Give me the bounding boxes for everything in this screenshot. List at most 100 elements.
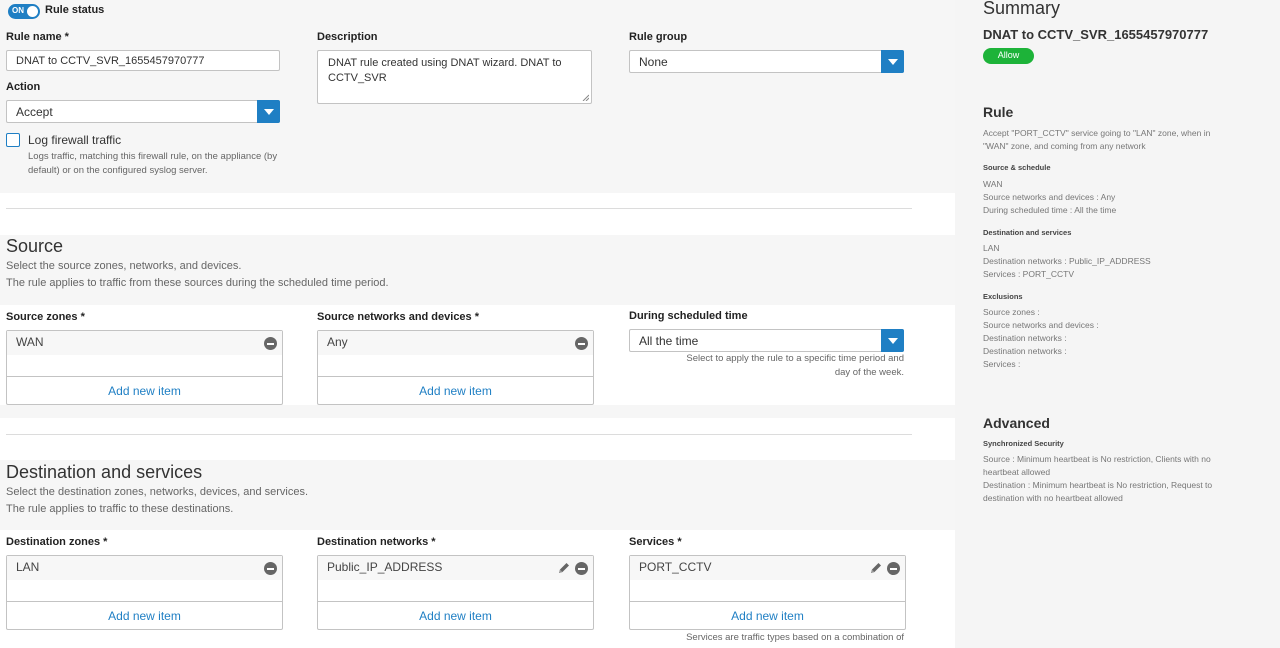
- description-textarea[interactable]: DNAT rule created using DNAT wizard. DNA…: [317, 50, 592, 104]
- add-source-network-button[interactable]: Add new item: [318, 376, 593, 404]
- pencil-icon[interactable]: [557, 561, 571, 575]
- schedule-help: Select to apply the rule to a specific t…: [629, 352, 904, 380]
- summary-sync-line: destination with no heartbeat allowed: [983, 493, 1123, 503]
- rule-group-label: Rule group: [629, 31, 688, 43]
- remove-minus-icon[interactable]: [887, 562, 900, 575]
- summary-source-line: Source networks and devices : Any: [983, 192, 1116, 202]
- rule-status-label: Rule status: [45, 4, 105, 16]
- destination-section-title: Destination and services: [6, 462, 203, 482]
- firewall-rule-page: ON Rule status Rule name * DNAT to CCTV_…: [0, 0, 1280, 648]
- source-zones-list: WAN Add new item: [6, 330, 283, 405]
- rule-group-value: None: [639, 55, 668, 69]
- summary-destination-heading: Destination and services: [983, 228, 1072, 237]
- destination-zones-label: Destination zones *: [6, 536, 108, 548]
- summary-source-lines: WAN Source networks and devices : Any Du…: [983, 178, 1253, 217]
- destination-desc-line2: The rule applies to traffic to these des…: [6, 503, 234, 515]
- action-label: Action: [6, 81, 41, 93]
- source-network-any: Any: [327, 335, 348, 349]
- rule-editor: ON Rule status Rule name * DNAT to CCTV_…: [0, 0, 955, 648]
- summary-destination-line: Services : PORT_CCTV: [983, 269, 1075, 279]
- source-networks-list: Any Add new item: [317, 330, 594, 405]
- log-traffic-help: Logs traffic, matching this firewall rul…: [28, 150, 277, 178]
- add-destination-network-button[interactable]: Add new item: [318, 601, 593, 629]
- toggle-on-text: ON: [12, 6, 24, 15]
- section-divider: [6, 434, 912, 435]
- summary-exclusions-heading: Exclusions: [983, 292, 1023, 301]
- source-section-title: Source: [6, 236, 64, 256]
- summary-exclusion-line: Services :: [983, 359, 1021, 369]
- destination-networks-list: Public_IP_ADDRESS Add new item: [317, 555, 594, 630]
- source-desc-line2: The rule applies to traffic from these s…: [6, 277, 389, 289]
- rule-status-toggle[interactable]: ON: [8, 4, 40, 19]
- dropdown-arrow-icon[interactable]: [257, 100, 280, 123]
- summary-destination-lines: LAN Destination networks : Public_IP_ADD…: [983, 242, 1253, 281]
- summary-sync-lines: Source : Minimum heartbeat is No restric…: [983, 453, 1253, 505]
- log-firewall-traffic-checkbox[interactable]: [6, 133, 20, 147]
- destination-zone-lan: LAN: [16, 560, 40, 574]
- schedule-label: During scheduled time: [629, 310, 748, 322]
- pencil-icon[interactable]: [869, 561, 883, 575]
- summary-exclusion-line: Destination networks :: [983, 333, 1067, 343]
- destination-desc-line1: Select the destination zones, networks, …: [6, 486, 309, 498]
- summary-sync-line: heartbeat allowed: [983, 467, 1051, 477]
- description-label: Description: [317, 31, 378, 43]
- list-item: PORT_CCTV: [630, 556, 905, 580]
- summary-exclusion-line: Source zones :: [983, 307, 1040, 317]
- source-footer-band: [0, 405, 955, 418]
- add-service-button[interactable]: Add new item: [630, 601, 905, 629]
- rule-name-input[interactable]: DNAT to CCTV_SVR_1655457970777: [6, 50, 280, 71]
- remove-minus-icon[interactable]: [264, 562, 277, 575]
- summary-sync-line: Destination : Minimum heartbeat is No re…: [983, 480, 1213, 490]
- summary-source-heading: Source & schedule: [983, 163, 1051, 172]
- summary-exclusion-line: Destination networks :: [983, 346, 1067, 356]
- log-firewall-traffic-label: Log firewall traffic: [28, 133, 122, 147]
- summary-exclusion-line: Source networks and devices :: [983, 320, 1099, 330]
- add-destination-zone-button[interactable]: Add new item: [7, 601, 282, 629]
- summary-rule-desc-line1: Accept "PORT_CCTV" service going to "LAN…: [983, 128, 1211, 138]
- summary-source-line: During scheduled time : All the time: [983, 205, 1117, 215]
- log-traffic-help-line1: Logs traffic, matching this firewall rul…: [28, 151, 278, 162]
- dropdown-arrow-icon[interactable]: [881, 329, 904, 352]
- toggle-knob: [27, 6, 38, 17]
- summary-destination-line: LAN: [983, 243, 1000, 253]
- service-port-cctv: PORT_CCTV: [639, 560, 712, 574]
- summary-source-line: WAN: [983, 179, 1003, 189]
- schedule-help-line1: Select to apply the rule to a specific t…: [686, 353, 904, 364]
- dropdown-arrow-icon[interactable]: [881, 50, 904, 73]
- section-divider: [6, 208, 912, 209]
- summary-rule-desc: Accept "PORT_CCTV" service going to "LAN…: [983, 127, 1253, 153]
- schedule-select[interactable]: All the time: [629, 329, 904, 352]
- remove-minus-icon[interactable]: [264, 337, 277, 350]
- source-zones-label: Source zones *: [6, 311, 85, 323]
- action-select[interactable]: Accept: [6, 100, 280, 123]
- schedule-value: All the time: [639, 334, 699, 348]
- add-source-zone-button[interactable]: Add new item: [7, 376, 282, 404]
- services-list: PORT_CCTV Add new item: [629, 555, 906, 630]
- destination-zones-list: LAN Add new item: [6, 555, 283, 630]
- list-item: Any: [318, 331, 593, 355]
- schedule-help-line2: day of the week.: [834, 367, 904, 378]
- destination-section-desc: Select the destination zones, networks, …: [6, 484, 308, 518]
- summary-sync-heading: Synchronized Security: [983, 439, 1064, 448]
- remove-minus-icon[interactable]: [575, 562, 588, 575]
- destination-network-public-ip: Public_IP_ADDRESS: [327, 560, 443, 574]
- rule-name-label: Rule name *: [6, 31, 69, 43]
- action-value: Accept: [16, 105, 53, 119]
- summary-advanced-heading: Advanced: [983, 415, 1050, 431]
- list-item: LAN: [7, 556, 282, 580]
- summary-rule-heading: Rule: [983, 104, 1014, 120]
- summary-sync-line: Source : Minimum heartbeat is No restric…: [983, 454, 1211, 464]
- summary-exclusions-lines: Source zones : Source networks and devic…: [983, 306, 1253, 371]
- summary-rule-name: DNAT to CCTV_SVR_1655457970777: [983, 27, 1209, 42]
- rule-group-select[interactable]: None: [629, 50, 904, 73]
- log-traffic-help-line2: default) or on the configured syslog ser…: [28, 165, 208, 176]
- destination-networks-label: Destination networks *: [317, 536, 436, 548]
- services-label: Services *: [629, 536, 682, 548]
- description-text: DNAT rule created using DNAT wizard. DNA…: [328, 57, 562, 84]
- remove-minus-icon[interactable]: [575, 337, 588, 350]
- allow-status-badge: Allow: [983, 48, 1034, 64]
- summary-rule-desc-line2: "WAN" zone, and coming from any network: [983, 141, 1146, 151]
- source-section-desc: Select the source zones, networks, and d…: [6, 258, 389, 292]
- resize-grip-icon[interactable]: [582, 94, 589, 101]
- source-desc-line1: Select the source zones, networks, and d…: [6, 260, 242, 272]
